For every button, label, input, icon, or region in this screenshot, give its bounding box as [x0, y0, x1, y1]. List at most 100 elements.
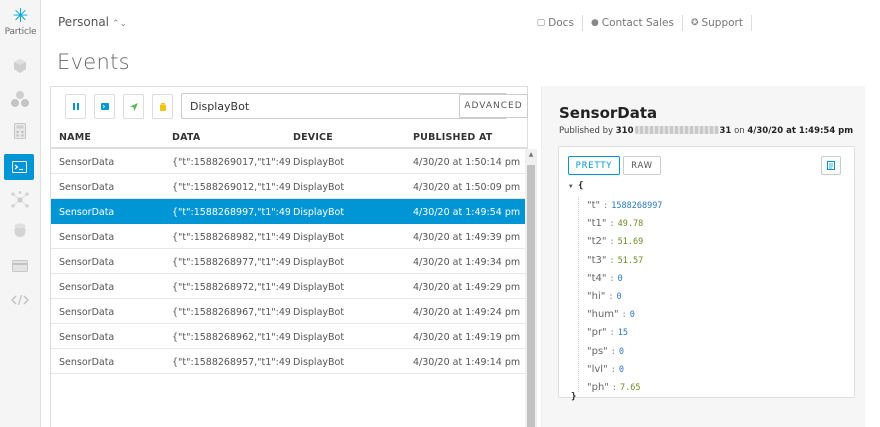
- json-colon: :: [609, 328, 615, 339]
- sidebar-item-mesh[interactable]: [9, 189, 31, 211]
- json-key: "t3": [587, 254, 607, 266]
- json-value: 0: [616, 292, 622, 302]
- json-colon: :: [621, 310, 627, 321]
- event-device: DisplayBot: [293, 307, 345, 318]
- column-header-name[interactable]: NAME: [59, 132, 91, 143]
- column-header-device[interactable]: DEVICE: [293, 132, 333, 143]
- brand-name: Particle: [4, 27, 37, 37]
- copy-icon: [827, 161, 835, 170]
- event-data: {"t":1588268997,"t1":49.78,...: [172, 207, 290, 218]
- billing-card-icon: [12, 260, 28, 272]
- tab-raw[interactable]: RAW: [623, 156, 661, 175]
- tab-pretty[interactable]: PRETTY: [568, 156, 620, 175]
- docs-icon: ▢: [536, 18, 546, 28]
- table-row[interactable]: SensorData {"t":1588268962,"t1":49.89,...…: [51, 324, 525, 349]
- json-key: "t4": [587, 272, 607, 284]
- json-colon: :: [610, 346, 616, 357]
- table-row[interactable]: SensorData {"t":1588269017,"t1":49.89,"..…: [51, 149, 525, 174]
- event-detail-meta: Published by 310 31 on 4/30/20 at 1:49:54…: [559, 126, 853, 136]
- column-header-published-at[interactable]: PUBLISHED AT: [413, 132, 492, 143]
- json-key: "pr": [587, 327, 607, 339]
- json-colon: :: [608, 292, 614, 302]
- event-device: DisplayBot: [293, 232, 345, 243]
- sidebar-item-products[interactable]: [9, 88, 31, 110]
- table-row[interactable]: SensorData {"t":1588268977,"t1":49.89,...…: [51, 249, 525, 274]
- json-value: 0: [618, 346, 625, 357]
- sidebar-item-ide[interactable]: [9, 289, 31, 311]
- event-device: DisplayBot: [293, 357, 345, 368]
- docs-link-label: Docs: [548, 17, 574, 29]
- event-data: {"t":1588268982,"t1":49.78,...: [172, 232, 290, 243]
- column-header-data[interactable]: DATA: [172, 132, 200, 143]
- lifebuoy-icon: ✪: [690, 18, 699, 28]
- event-name: SensorData: [59, 157, 115, 168]
- clear-events-button[interactable]: [152, 94, 173, 119]
- json-value: 49.78: [617, 219, 644, 230]
- event-published-at: 4/30/20 at 1:49:14 pm: [413, 357, 521, 368]
- event-published-at: 4/30/20 at 1:49:34 pm: [413, 257, 521, 268]
- sidebar-item-billing[interactable]: [9, 255, 31, 277]
- json-value: 1588268997: [611, 201, 663, 211]
- event-published-at: 4/30/20 at 1:50:09 pm: [413, 182, 521, 193]
- sidebar-item-console[interactable]: [4, 154, 34, 180]
- event-published-at: 4/30/20 at 1:49:54 pm: [413, 207, 521, 218]
- event-name: SensorData: [59, 257, 115, 268]
- docs-link[interactable]: ▢ Docs: [537, 15, 583, 31]
- org-selector[interactable]: Personal ⌃⌄: [58, 15, 127, 29]
- json-key: "t2": [587, 236, 607, 248]
- support-label: Support: [701, 17, 743, 29]
- event-data-box: PRETTY RAW ▼ { } "t":1588268997 "t1":49.7…: [558, 146, 855, 402]
- event-device: DisplayBot: [293, 257, 345, 268]
- json-entry: "t4":0: [587, 273, 623, 287]
- table-row[interactable]: SensorData {"t":1588268957,"t1":49.89,...…: [51, 349, 525, 374]
- org-name: Personal: [58, 15, 110, 29]
- json-entry: "hum":0: [587, 309, 635, 323]
- pause-button[interactable]: [65, 94, 86, 119]
- scroll-up-icon[interactable]: ▲: [526, 151, 536, 158]
- event-device: DisplayBot: [293, 182, 345, 193]
- redacted-device-id: [634, 126, 719, 134]
- event-name: SensorData: [59, 357, 115, 368]
- events-toolbar: ADVANCED: [51, 87, 528, 125]
- calculator-icon: [14, 123, 26, 139]
- event-published-at: 4/30/20 at 1:49:39 pm: [413, 232, 521, 243]
- table-row[interactable]: SensorData {"t":1588268997,"t1":49.78,...…: [51, 199, 525, 224]
- open-brace-text: {: [578, 181, 584, 191]
- location-arrow-icon: [129, 102, 138, 111]
- table-row[interactable]: SensorData {"t":1588268982,"t1":49.78,...…: [51, 224, 525, 249]
- table-row[interactable]: SensorData {"t":1588268972,"t1":49.78,...…: [51, 274, 525, 299]
- page-title: Events: [57, 50, 130, 74]
- json-key: "t1": [587, 218, 607, 230]
- sidebar-item-sims[interactable]: [9, 220, 31, 242]
- json-open-brace[interactable]: ▼ {: [569, 181, 583, 191]
- network-icon: [11, 191, 29, 208]
- event-published-at: 4/30/20 at 1:49:54 pm: [747, 126, 854, 136]
- contact-sales-link[interactable]: ● Contact Sales: [583, 15, 683, 31]
- json-key: "lvl": [587, 363, 608, 375]
- brand-logo[interactable]: ✳ Particle: [0, 6, 41, 37]
- events-scrollbar-thumb[interactable]: [527, 165, 535, 427]
- sidebar-item-integrations[interactable]: [9, 120, 31, 142]
- json-key: "hi": [587, 291, 606, 302]
- published-by-label: Published by: [559, 126, 614, 136]
- locate-button[interactable]: [123, 94, 144, 119]
- event-published-at: 4/30/20 at 1:49:24 pm: [413, 307, 521, 318]
- json-entry: "ps":0: [587, 346, 624, 360]
- table-row[interactable]: SensorData {"t":1588268967,"t1":49.89,...…: [51, 299, 525, 324]
- json-entry: "ph":7.65: [587, 382, 641, 396]
- sidebar: ✳ Particle: [0, 0, 41, 427]
- chevron-updown-icon: ⌃⌄: [112, 19, 128, 29]
- sidebar-item-devices[interactable]: [9, 55, 31, 77]
- event-data: {"t":1588268977,"t1":49.89,...: [172, 257, 290, 268]
- json-entry: "lvl":0: [587, 364, 624, 378]
- console-view-button[interactable]: [94, 94, 115, 119]
- json-key: "t": [587, 200, 601, 211]
- advanced-button[interactable]: ADVANCED: [459, 94, 528, 118]
- products-icon: [11, 91, 29, 107]
- device-id-start: 310: [615, 126, 634, 136]
- events-panel: ADVANCED NAME DATA DEVICE PUBLISHED AT S…: [50, 86, 537, 427]
- copy-button[interactable]: [821, 156, 841, 175]
- event-device: DisplayBot: [293, 332, 345, 343]
- table-row[interactable]: SensorData {"t":1588269012,"t1":49.89,"..…: [51, 174, 525, 199]
- support-link[interactable]: ✪ Support: [683, 15, 752, 31]
